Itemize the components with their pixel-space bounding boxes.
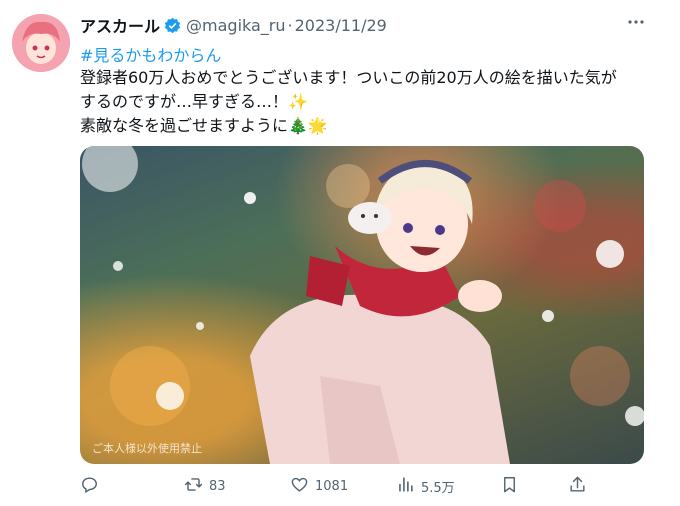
bookmark-icon	[500, 475, 519, 498]
like-count: 1081	[315, 478, 349, 494]
views-bars-icon	[396, 475, 415, 498]
illustration	[82, 146, 644, 464]
tweet-text-line: するのですが…早すぎる…！✨	[80, 92, 308, 111]
heart-icon	[290, 475, 309, 498]
hashtag-link[interactable]: #見るかもわからん	[80, 42, 221, 66]
like-button[interactable]: 1081	[290, 474, 348, 498]
share-icon	[568, 475, 587, 498]
post-date[interactable]: 2023/11/29	[295, 16, 387, 35]
action-bar: 83 1081 5.5万	[80, 474, 600, 498]
author-handle[interactable]: @magika_ru	[186, 16, 286, 35]
reply-icon	[80, 475, 99, 498]
tweet-text-line: 登録者60万人おめでとうございます！ついこの前20万人の絵を描いた気が	[80, 68, 617, 87]
tweet[interactable]: アスカール @magika_ru · 2023/11/29 #見るかもわからん …	[0, 0, 680, 506]
separator-dot: ·	[287, 15, 293, 35]
author-name[interactable]: アスカール	[80, 13, 160, 37]
tweet-header: アスカール @magika_ru · 2023/11/29	[80, 13, 387, 37]
reply-button[interactable]	[80, 474, 105, 498]
avatar-illustration	[12, 14, 70, 72]
retweet-button[interactable]: 83	[184, 474, 226, 498]
verified-badge-icon	[164, 17, 181, 34]
tweet-text-line: 素敵な冬を過ごせますように🎄🌟	[80, 116, 328, 135]
views-button[interactable]: 5.5万	[396, 474, 455, 498]
more-dots-icon[interactable]	[626, 12, 646, 37]
tweet-image[interactable]: ご本人様以外使用禁止	[80, 146, 644, 464]
bookmark-button[interactable]	[500, 474, 519, 498]
image-watermark: ご本人様以外使用禁止	[92, 442, 202, 455]
retweet-icon	[184, 475, 203, 498]
retweet-count: 83	[209, 478, 226, 494]
views-count: 5.5万	[421, 480, 455, 496]
avatar[interactable]	[12, 14, 70, 72]
share-button[interactable]	[568, 474, 587, 498]
tweet-text: 登録者60万人おめでとうございます！ついこの前20万人の絵を描いた気が するので…	[80, 66, 652, 138]
